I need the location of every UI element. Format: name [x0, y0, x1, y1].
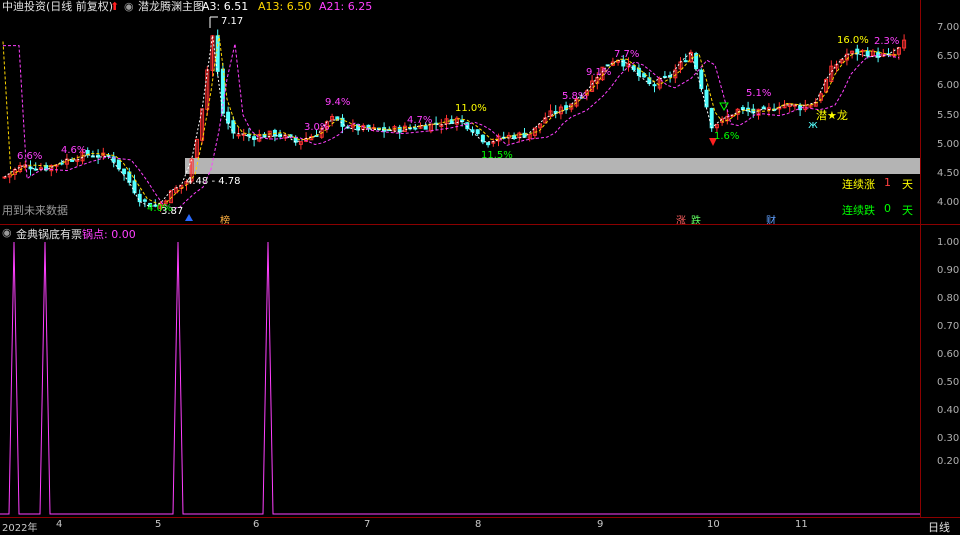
- pct-label: 4.6%: [61, 145, 87, 156]
- y-tick: 0.80: [937, 293, 960, 304]
- candle-body: [246, 133, 251, 137]
- oscillator-canvas: [0, 241, 920, 515]
- x-label: 7: [364, 519, 371, 530]
- candle-body: [621, 59, 626, 67]
- x-label: 4: [56, 519, 63, 530]
- a3-value: A3: 6.51: [202, 0, 249, 13]
- collapse-icon[interactable]: ◉: [124, 0, 134, 14]
- high-price-label: 7.17: [221, 16, 244, 27]
- candle-body: [122, 168, 127, 175]
- pct-label: 1.6%: [714, 131, 740, 142]
- box-range-label: 4.48 - 4.78: [186, 176, 241, 187]
- y-tick: 0.30: [937, 433, 960, 444]
- pct-label: 4.7%: [407, 115, 433, 126]
- indicator-name[interactable]: 潜龙腾渊主图: [138, 0, 204, 14]
- oscillator-name[interactable]: 金典锅底有票: [16, 226, 82, 242]
- candle-body: [226, 111, 231, 124]
- candle-body: [777, 107, 782, 110]
- streak-down-count: 0: [884, 202, 891, 215]
- candle-body: [137, 193, 142, 203]
- y-tick: 4.00: [937, 197, 960, 208]
- pct-label: 9.1%: [586, 67, 612, 78]
- y-tick: 0.40: [937, 405, 960, 416]
- x-axis-divider: [0, 517, 960, 518]
- candle-body: [413, 127, 418, 130]
- candle-body: [475, 129, 480, 135]
- candle-body: [116, 159, 121, 170]
- candle-body: [142, 199, 147, 202]
- collapse-icon[interactable]: ◉: [2, 226, 12, 239]
- y-tick: 1.00: [937, 237, 960, 248]
- streak-down-label: 连续跌: [842, 204, 875, 217]
- candle-body: [423, 125, 428, 130]
- candle-body: [486, 142, 491, 146]
- a13-value: A13: 6.50: [258, 0, 312, 13]
- pct-label: 4.0%: [147, 203, 173, 214]
- up-arrow-icon: ⬆: [110, 0, 120, 13]
- streak-up-label: 连续涨: [842, 178, 875, 191]
- candle-body: [236, 134, 241, 137]
- candle-body: [652, 84, 657, 87]
- blue-up-arrow-icon: [185, 214, 193, 221]
- a21-value: A21: 6.25: [319, 0, 373, 13]
- pct-label: 2.3%: [874, 36, 900, 47]
- streak-up-count: 1: [884, 176, 891, 189]
- pct-label: 6.6%: [17, 151, 43, 162]
- pct-label: 5.1%: [746, 88, 772, 99]
- y-tick: 0.90: [937, 265, 960, 276]
- pct-label: 9.4%: [325, 97, 351, 108]
- y-tick: 0.70: [937, 321, 960, 332]
- future-data-note: 用到未来数据: [2, 204, 68, 217]
- x-label: 9: [597, 519, 604, 530]
- streak-up-unit: 天: [902, 178, 913, 191]
- x-label: 10: [707, 519, 720, 530]
- oscillator-panel[interactable]: ◉ 金典锅底有票 锅点: 0.00: [0, 225, 920, 517]
- candle-body: [70, 159, 75, 162]
- y-tick: 6.50: [937, 51, 960, 62]
- oscillator-line: [0, 241, 920, 515]
- pct-label: 5.8%: [562, 91, 588, 102]
- x-label: 8: [475, 519, 482, 530]
- ma-a21-line: [3, 43, 900, 209]
- y-tick: 6.00: [937, 80, 960, 91]
- pct-label: 3.0%: [304, 122, 330, 133]
- oscillator-value: 锅点: 0.00: [82, 228, 136, 241]
- pct-label: 16.0%: [837, 35, 869, 46]
- price-chart-panel[interactable]: ж 中迪投资(日线 前复权) ⬆ ◉ 潜龙腾渊主图 A3: 6.51 A13: …: [0, 0, 920, 227]
- dragon-signal-label: 潜★龙: [816, 109, 848, 122]
- y-tick: 0.20: [937, 456, 960, 467]
- y-tick: 5.00: [937, 139, 960, 150]
- pct-label: 11.5%: [481, 150, 513, 161]
- candle-body: [2, 176, 7, 179]
- x-label: 11: [795, 519, 808, 530]
- y-tick: 0.60: [937, 349, 960, 360]
- streak-down-unit: 天: [902, 204, 913, 217]
- stock-title[interactable]: 中迪投资(日线 前复权): [2, 0, 113, 14]
- y-tick: 4.50: [937, 168, 960, 179]
- price-y-axis: 7.00 6.50 6.00 5.50 5.00 4.50 4.00: [921, 0, 960, 224]
- y-tick: 7.00: [937, 22, 960, 33]
- support-box: [185, 158, 920, 174]
- candle-body: [865, 50, 870, 57]
- y-tick: 5.50: [937, 110, 960, 121]
- pct-label: 11.0%: [455, 103, 487, 114]
- candle-body: [683, 60, 688, 63]
- pct-label: 7.7%: [614, 49, 640, 60]
- x-label: 2022年: [2, 523, 38, 534]
- period-button[interactable]: 日线: [928, 519, 950, 535]
- x-label: 6: [253, 519, 260, 530]
- x-label: 5: [155, 519, 162, 530]
- y-tick: 0.50: [937, 377, 960, 388]
- candle-body: [132, 180, 137, 194]
- oscillator-y-axis: 1.00 0.90 0.80 0.70 0.60 0.50 0.40 0.30 …: [921, 225, 960, 517]
